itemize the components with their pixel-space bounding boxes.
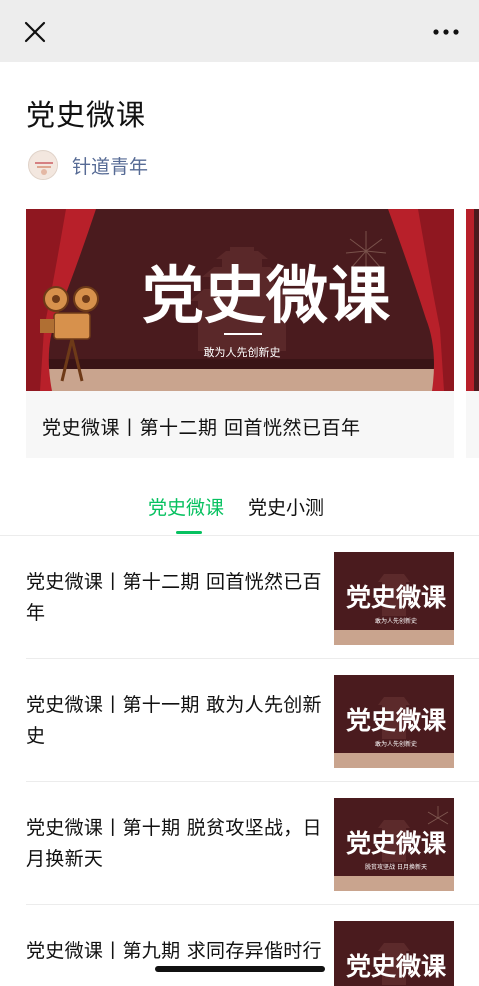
- cover-banner: 党史微课 敢为人先创新史: [26, 209, 454, 391]
- account-avatar-icon: [28, 150, 58, 180]
- list-item-title[interactable]: 党史微课丨第九期 求同存异偕时行: [26, 936, 326, 967]
- thumb-title: 党史微课: [346, 829, 447, 858]
- cover-caption[interactable]: 党史微课丨第十二期 回首恍然已百年: [42, 413, 361, 440]
- more-dots-icon[interactable]: [431, 20, 461, 44]
- list-item-thumbnail[interactable]: 党史微课 敢为人先创新史: [334, 552, 454, 645]
- tab-bar: 党史微课 党史小测: [0, 487, 479, 537]
- next-card-art: [466, 209, 479, 391]
- close-icon[interactable]: [20, 17, 50, 47]
- author-row[interactable]: 针道青年: [28, 148, 148, 182]
- list-item-title[interactable]: 党史微课丨第十二期 回首恍然已百年: [26, 567, 326, 629]
- tab-dangshi-xiaoce[interactable]: 党史小测: [248, 493, 324, 520]
- list-item-title[interactable]: 党史微课丨第十期 脱贫攻坚战，日月换新天: [26, 813, 326, 875]
- home-indicator[interactable]: [155, 966, 325, 972]
- thumb-subtitle: 敢为人先创新史: [375, 740, 417, 748]
- list-item[interactable]: 党史微课丨第十一期 敢为人先创新史 党史微课 敢为人先创新史: [0, 659, 479, 782]
- list-item[interactable]: 党史微课丨第十期 脱贫攻坚战，日月换新天 党史微课 脱贫攻坚战 日月换新天: [0, 782, 479, 905]
- thumb-title: 党史微课: [346, 706, 447, 735]
- list-item[interactable]: 党史微课丨第十二期 回首恍然已百年 党史微课 敢为人先创新史: [0, 536, 479, 659]
- list-item-title[interactable]: 党史微课丨第十一期 敢为人先创新史: [26, 690, 326, 752]
- cover-art-subtitle: 敢为人先创新史: [204, 345, 281, 359]
- list-item-thumbnail[interactable]: 党史微课 敢为人先创新史: [334, 675, 454, 768]
- list-item-thumbnail[interactable]: 党史微课: [334, 921, 454, 986]
- active-tab-indicator: [176, 531, 202, 534]
- tab-dangshi-weike[interactable]: 党史微课: [148, 493, 224, 520]
- top-bar: [0, 0, 479, 62]
- cover-art-title: 党史微课: [142, 259, 391, 332]
- featured-cover-card[interactable]: 党史微课 敢为人先创新史 党史微课丨第十二期 回首恍然已百年: [26, 209, 454, 458]
- list-item[interactable]: 党史微课丨第九期 求同存异偕时行 党史微课: [0, 905, 479, 986]
- thumb-title: 党史微课: [346, 952, 447, 981]
- thumb-subtitle: 敢为人先创新史: [375, 617, 417, 625]
- thumb-title: 党史微课: [346, 583, 447, 612]
- thumb-subtitle: 脱贫攻坚战 日月换新天: [365, 863, 427, 871]
- author-name[interactable]: 针道青年: [72, 152, 148, 179]
- page-title: 党史微课: [26, 98, 147, 132]
- list-item-thumbnail[interactable]: 党史微课 脱贫攻坚战 日月换新天: [334, 798, 454, 891]
- next-card-peek[interactable]: [466, 209, 479, 458]
